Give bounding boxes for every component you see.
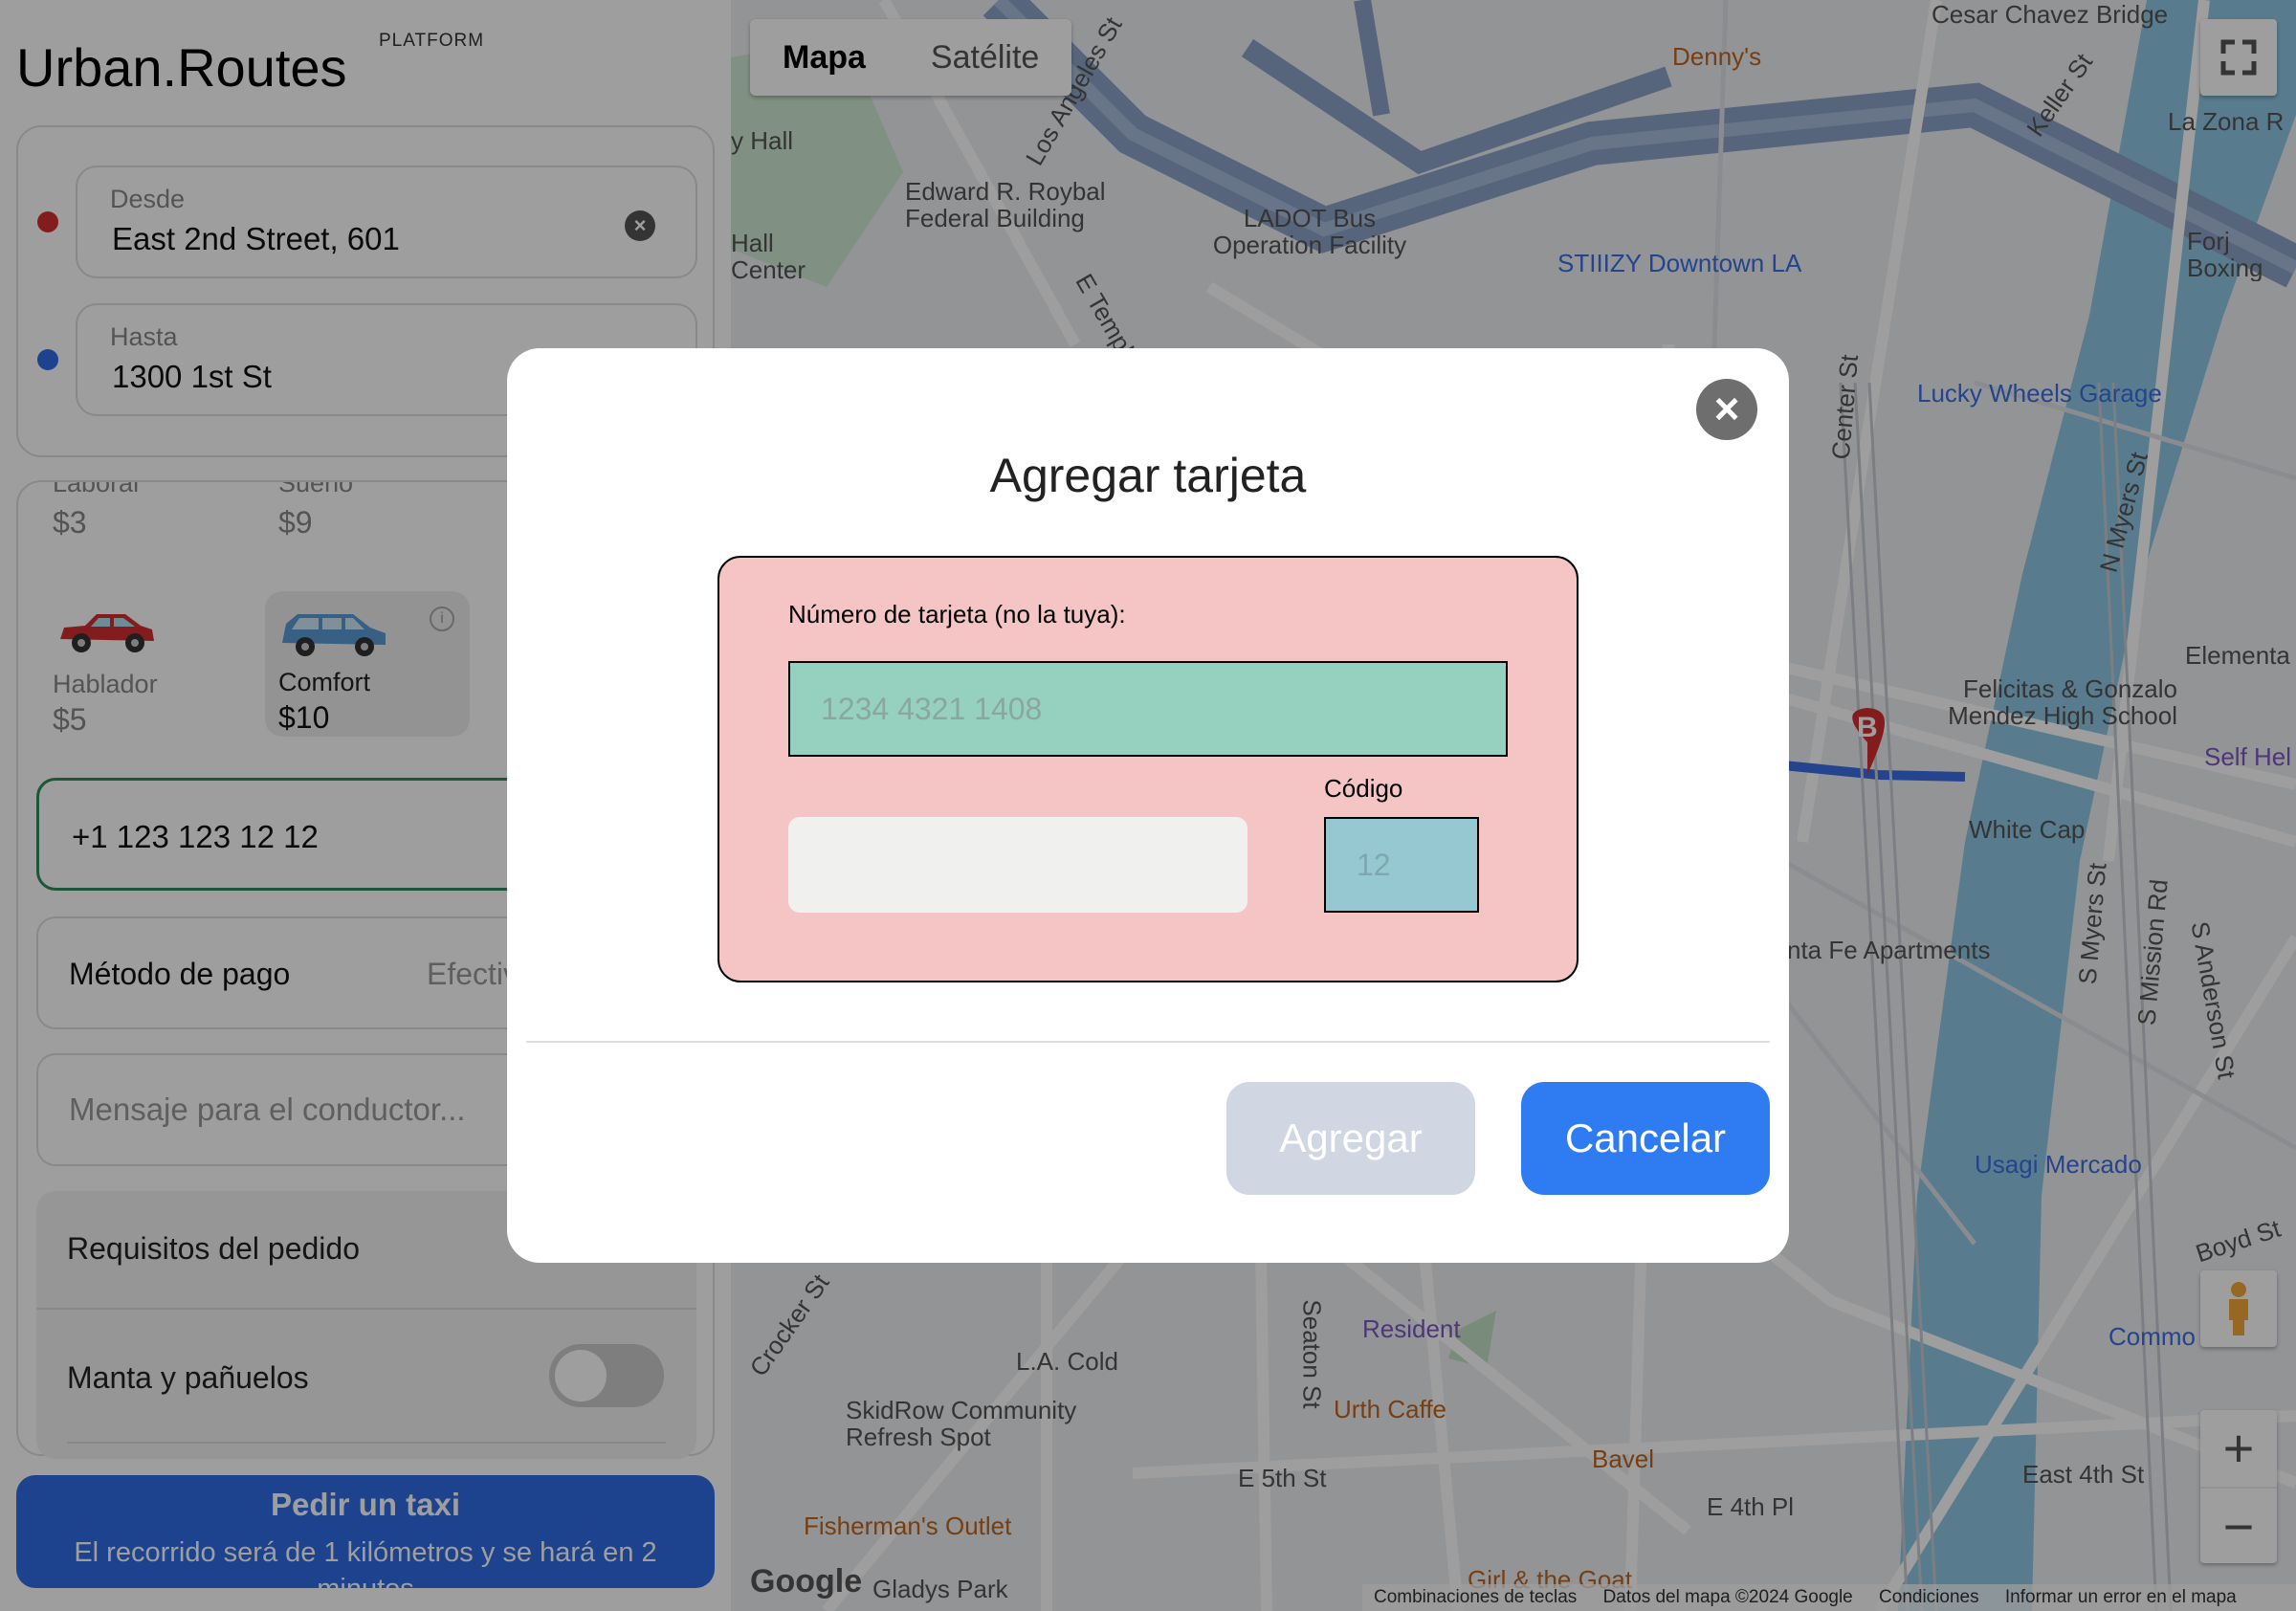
cancel-button[interactable]: Cancelar — [1521, 1082, 1770, 1195]
card-number-input[interactable] — [788, 661, 1508, 757]
add-card-button[interactable]: Agregar — [1226, 1082, 1475, 1195]
modal-title: Agregar tarjeta — [989, 449, 1307, 502]
add-card-modal: × Agregar tarjeta Número de tarjeta (no … — [507, 348, 1789, 1263]
card-extra-field[interactable] — [788, 817, 1247, 913]
modal-divider — [526, 1041, 1770, 1043]
card-code-label: Código — [1324, 774, 1403, 803]
close-modal-icon[interactable]: × — [1696, 379, 1757, 440]
card-code-input[interactable] — [1324, 817, 1479, 913]
card-form: Número de tarjeta (no la tuya): Código — [718, 556, 1578, 982]
card-number-label: Número de tarjeta (no la tuya): — [788, 600, 1126, 629]
